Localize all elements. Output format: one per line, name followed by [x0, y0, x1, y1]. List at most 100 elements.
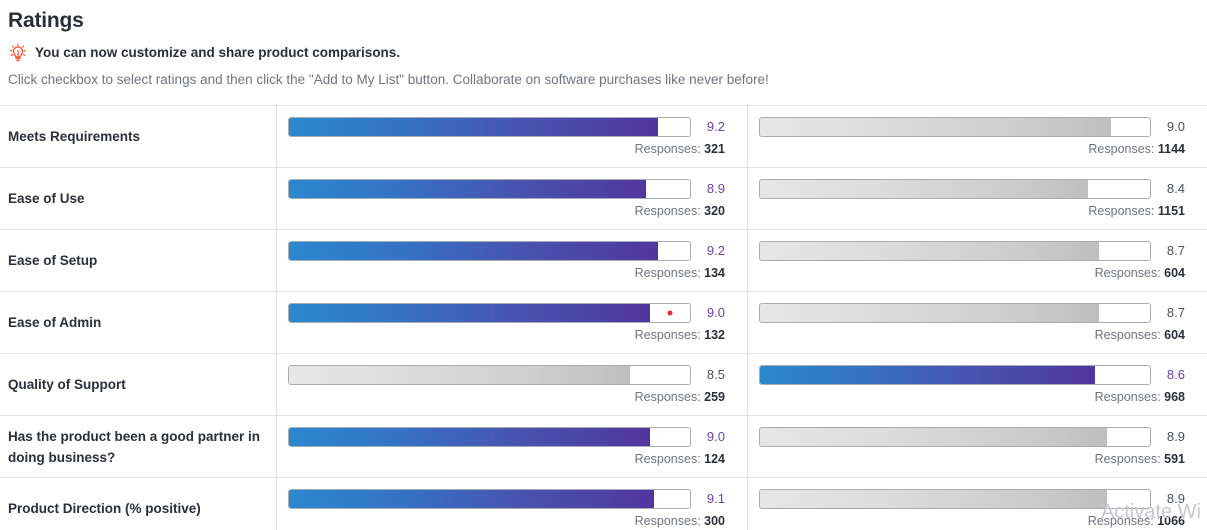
rating-score: 8.9	[706, 180, 725, 196]
table-row[interactable]: Meets Requirements 9.2 Responses: 321 9.0 Re…	[0, 106, 1207, 168]
rating-score: 9.0	[706, 304, 725, 320]
rating-bar-fill	[289, 489, 654, 508]
rating-cell-a: 8.5 Responses: 259	[277, 354, 747, 415]
responses-count: Responses: 300	[288, 514, 725, 529]
rating-bar-track[interactable]	[759, 364, 1151, 385]
rating-score: 9.0	[706, 428, 725, 444]
bar-line: 9.0	[288, 302, 725, 323]
rating-bar-fill	[760, 179, 1088, 198]
rating-label-cell: Ease of Admin	[0, 292, 277, 353]
bar-line: 8.5	[288, 364, 725, 385]
rating-bar-track[interactable]	[759, 240, 1151, 261]
rating-score: 8.7	[1166, 242, 1185, 258]
rating-bar-track[interactable]	[759, 178, 1151, 199]
responses-value: 604	[1164, 265, 1185, 280]
bar-line: 9.0	[288, 426, 725, 447]
responses-label: Responses:	[1094, 451, 1165, 466]
rating-bar-fill	[760, 365, 1096, 384]
rating-bar-fill	[289, 427, 650, 446]
rating-label: Ease of Admin	[8, 315, 102, 330]
rating-bar-track[interactable]	[759, 426, 1151, 447]
responses-label: Responses:	[1094, 265, 1165, 280]
responses-count: Responses: 968	[759, 390, 1185, 405]
table-row[interactable]: Has the product been a good partner in d…	[0, 416, 1207, 478]
responses-count: Responses: 134	[288, 266, 725, 281]
rating-label-cell: Meets Requirements	[0, 106, 277, 167]
rating-score: 9.1	[706, 490, 725, 506]
rating-cell-b: 8.4 Responses: 1151	[747, 168, 1207, 229]
responses-value: 132	[704, 327, 725, 342]
rating-label: Meets Requirements	[8, 129, 141, 144]
bar-line: 8.9	[759, 426, 1185, 447]
rating-cell-a: 9.0 Responses: 132	[277, 292, 747, 353]
rating-bar-track[interactable]	[288, 488, 691, 509]
ratings-table: Meets Requirements 9.2 Responses: 321 9.0 Re…	[0, 105, 1207, 530]
bar-line: 9.0	[759, 116, 1185, 137]
rating-bar-fill	[760, 303, 1100, 322]
bar-line: 9.2	[288, 116, 725, 137]
responses-label: Responses:	[634, 203, 705, 218]
responses-label: Responses:	[634, 141, 705, 156]
page-subtitle: Click checkbox to select ratings and the…	[8, 72, 769, 87]
rating-bar-track[interactable]	[288, 178, 691, 199]
responses-count: Responses: 1151	[759, 204, 1185, 219]
responses-value: 300	[704, 513, 725, 528]
responses-value: 968	[1164, 389, 1185, 404]
rating-bar-track[interactable]	[288, 426, 691, 447]
rating-bar-track[interactable]	[759, 488, 1151, 509]
table-row[interactable]: Ease of Admin 9.0 Responses: 132 8.7 Respons…	[0, 292, 1207, 354]
rating-score: 8.9	[1166, 428, 1185, 444]
responses-value: 591	[1164, 451, 1185, 466]
rating-bar-track[interactable]	[288, 364, 691, 385]
rating-score: 8.5	[706, 366, 725, 382]
rating-bar-fill	[760, 489, 1108, 508]
rating-bar-fill	[289, 241, 658, 260]
responses-label: Responses:	[1087, 513, 1158, 528]
rating-label-cell: Ease of Use	[0, 168, 277, 229]
bar-line: 8.7	[759, 240, 1185, 261]
ratings-page: Ratings You can now customize and share …	[0, 0, 1207, 530]
rating-cell-b: 8.7 Responses: 604	[747, 230, 1207, 291]
rating-bar-fill	[760, 427, 1108, 446]
rating-bar-track[interactable]	[759, 116, 1151, 137]
responses-count: Responses: 321	[288, 142, 725, 157]
rating-score: 9.2	[706, 242, 725, 258]
rating-bar-fill	[289, 117, 658, 136]
rating-bar-track[interactable]	[759, 302, 1151, 323]
responses-value: 134	[704, 265, 725, 280]
page-title: Ratings	[8, 9, 84, 32]
rating-cell-a: 8.9 Responses: 320	[277, 168, 747, 229]
responses-label: Responses:	[634, 265, 705, 280]
table-row[interactable]: Ease of Setup 9.2 Responses: 134 8.7 Respons…	[0, 230, 1207, 292]
responses-count: Responses: 604	[759, 266, 1185, 281]
rating-score: 8.6	[1166, 366, 1185, 382]
rating-bar-fill	[760, 117, 1111, 136]
responses-count: Responses: 320	[288, 204, 725, 219]
responses-label: Responses:	[634, 513, 705, 528]
rating-cell-a: 9.1 Responses: 300	[277, 478, 747, 530]
bar-line: 8.9	[288, 178, 725, 199]
page-header: Ratings You can now customize and share …	[0, 0, 1207, 89]
responses-count: Responses: 1066	[759, 514, 1185, 529]
rating-label-cell: Quality of Support	[0, 354, 277, 415]
rating-score: 8.7	[1166, 304, 1185, 320]
rating-label: Ease of Setup	[8, 253, 98, 268]
rating-cell-b: 8.7 Responses: 604	[747, 292, 1207, 353]
rating-bar-track[interactable]	[288, 302, 691, 323]
rating-label-cell: Ease of Setup	[0, 230, 277, 291]
tip-banner: You can now customize and share product …	[8, 43, 1207, 63]
rating-score: 8.4	[1166, 180, 1185, 196]
responses-count: Responses: 604	[759, 328, 1185, 343]
responses-value: 1066	[1157, 513, 1185, 528]
table-row[interactable]: Ease of Use 8.9 Responses: 320 8.4 Responses…	[0, 168, 1207, 230]
responses-count: Responses: 591	[759, 452, 1185, 467]
table-row[interactable]: Product Direction (% positive) 9.1 Respons…	[0, 478, 1207, 530]
rating-cell-b: 8.9 Responses: 1066	[747, 478, 1207, 530]
rating-bar-track[interactable]	[288, 116, 691, 137]
responses-value: 124	[704, 451, 725, 466]
bar-line: 8.7	[759, 302, 1185, 323]
table-row[interactable]: Quality of Support 8.5 Responses: 259 8.6 Re…	[0, 354, 1207, 416]
rating-bar-track[interactable]	[288, 240, 691, 261]
rating-cell-b: 8.6 Responses: 968	[747, 354, 1207, 415]
rating-label: Quality of Support	[8, 377, 126, 392]
